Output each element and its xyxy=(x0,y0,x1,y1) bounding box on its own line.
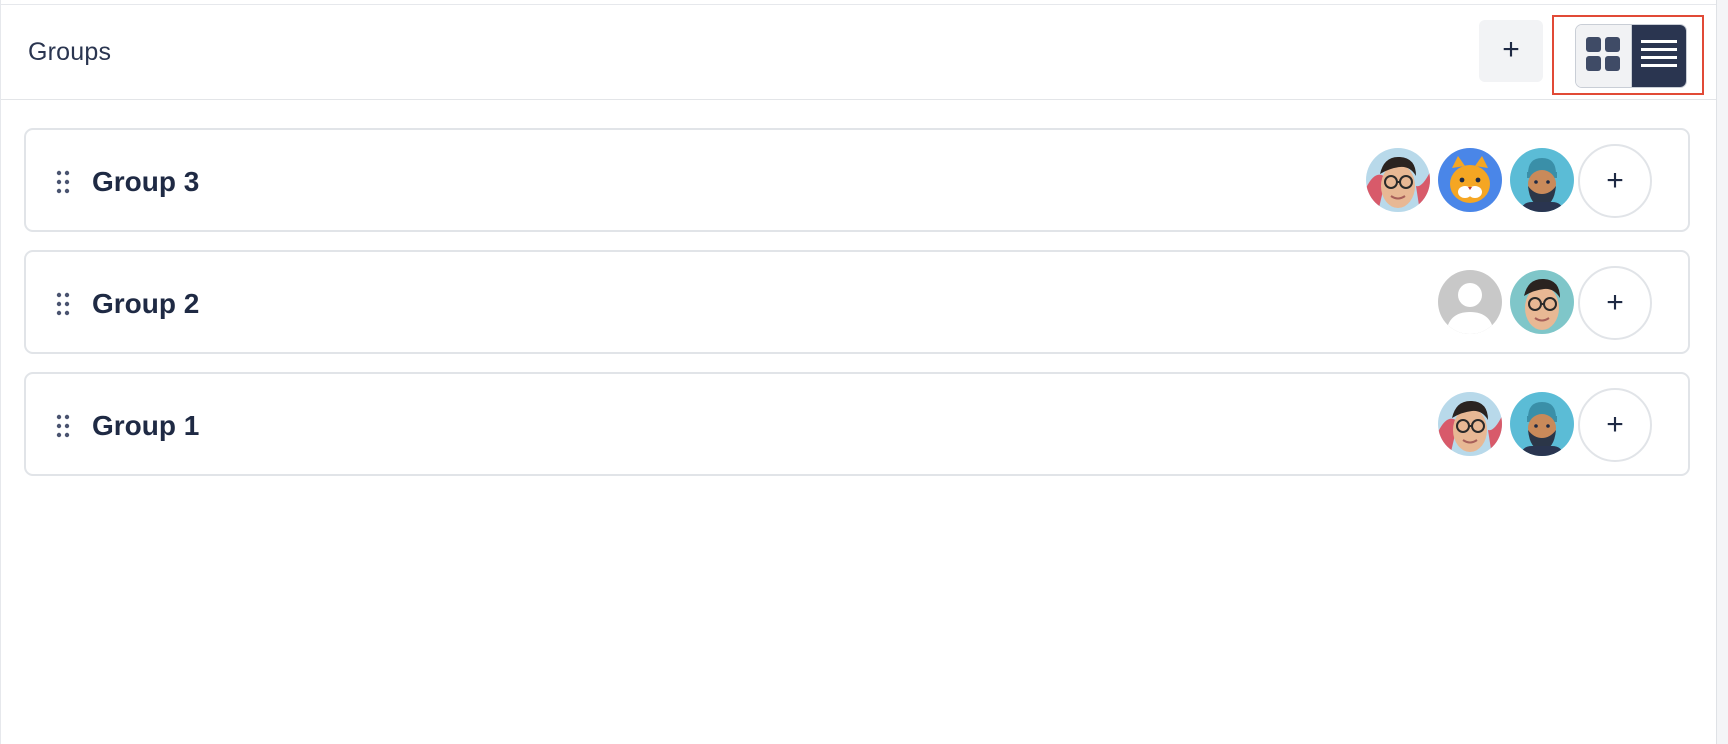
scrollbar-gutter[interactable] xyxy=(1716,0,1728,744)
group-row[interactable]: Group 1 + xyxy=(24,372,1690,476)
view-toggle xyxy=(1575,24,1687,88)
bearded-man-avatar[interactable] xyxy=(1510,148,1574,212)
add-group-button[interactable]: + xyxy=(1479,20,1543,82)
add-member-button[interactable]: + xyxy=(1578,266,1652,340)
add-member-button[interactable]: + xyxy=(1578,388,1652,462)
list-view-button[interactable] xyxy=(1631,25,1686,87)
bearded-man-avatar[interactable] xyxy=(1510,392,1574,456)
groups-page: Groups + Group 3 + Group 2 + Group 1 + xyxy=(0,0,1728,744)
add-member-button[interactable]: + xyxy=(1578,144,1652,218)
group-row[interactable]: Group 3 + xyxy=(24,128,1690,232)
person-glasses-avatar[interactable] xyxy=(1438,392,1502,456)
window-left-edge xyxy=(0,0,1,744)
group-name[interactable]: Group 2 xyxy=(92,288,199,320)
page-title: Groups xyxy=(28,38,112,66)
drag-handle-icon[interactable] xyxy=(56,414,70,438)
group-name[interactable]: Group 3 xyxy=(92,166,199,198)
list-icon xyxy=(1640,39,1677,74)
cat-avatar[interactable] xyxy=(1438,148,1502,212)
drag-handle-icon[interactable] xyxy=(56,292,70,316)
grid-icon xyxy=(1586,36,1621,76)
person-glasses-avatar[interactable] xyxy=(1510,270,1574,334)
drag-handle-icon[interactable] xyxy=(56,170,70,194)
person-glasses-avatar[interactable] xyxy=(1366,148,1430,212)
group-name[interactable]: Group 1 xyxy=(92,410,199,442)
grid-view-button[interactable] xyxy=(1576,25,1632,87)
groups-header: Groups + xyxy=(1,5,1716,100)
group-row[interactable]: Group 2 + xyxy=(24,250,1690,354)
default-user-avatar[interactable] xyxy=(1438,270,1502,334)
